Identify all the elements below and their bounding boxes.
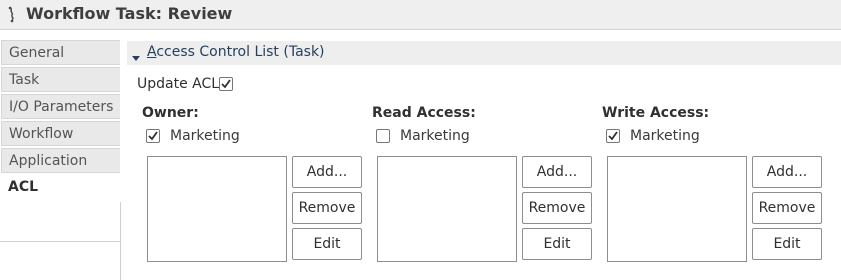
owner-remove-button[interactable]: Remove (292, 192, 362, 224)
tab-workflow[interactable]: Workflow (1, 121, 120, 146)
read-access-heading: Read Access: (372, 105, 476, 121)
write-remove-button[interactable]: Remove (752, 192, 822, 224)
read-remove-button[interactable]: Remove (522, 192, 592, 224)
read-edit-button[interactable]: Edit (522, 228, 592, 260)
write-add-button[interactable]: Add... (752, 156, 822, 188)
checkbox-checked-icon[interactable] (606, 129, 620, 143)
tab-list: General Task I/O Parameters Workflow App… (0, 40, 121, 280)
write-marketing-label: Marketing (630, 128, 700, 144)
owner-column: Owner: Marketing Add... Remove Edit (142, 104, 372, 280)
tab-acl[interactable]: ACL (1, 175, 120, 200)
checkbox-unchecked-icon[interactable] (376, 129, 390, 143)
write-access-heading: Write Access: (602, 105, 710, 121)
write-access-listbox[interactable] (607, 156, 747, 262)
section-title: Access Control List (Task) (147, 44, 325, 60)
owner-listbox[interactable] (147, 156, 287, 262)
tab-general[interactable]: General (1, 40, 120, 65)
chevron-down-icon[interactable] (132, 50, 140, 61)
read-marketing-label: Marketing (400, 128, 470, 144)
acl-section-header[interactable]: Access Control List (Task) (127, 41, 841, 65)
update-acl-label: Update ACL (137, 76, 220, 92)
read-add-button[interactable]: Add... (522, 156, 592, 188)
read-access-column: Read Access: Marketing Add... Remove Edi… (372, 104, 602, 280)
title-bar: Workflow Task: Review (0, 0, 841, 30)
window-title: Workflow Task: Review (26, 4, 233, 23)
panel-divider (120, 202, 121, 280)
owner-heading: Owner: (142, 105, 199, 121)
owner-add-button[interactable]: Add... (292, 156, 362, 188)
write-edit-button[interactable]: Edit (752, 228, 822, 260)
tab-task[interactable]: Task (1, 67, 120, 92)
update-acl-check-icon[interactable] (219, 77, 233, 91)
workflow-task-icon (6, 6, 18, 23)
tab-application[interactable]: Application (1, 148, 120, 173)
tab-divider (0, 241, 121, 242)
checkbox-checked-icon[interactable] (146, 129, 160, 143)
read-access-listbox[interactable] (377, 156, 517, 262)
owner-marketing-label: Marketing (170, 128, 240, 144)
write-access-column: Write Access: Marketing Add... Remove Ed… (602, 104, 832, 280)
tab-io-parameters[interactable]: I/O Parameters (1, 94, 120, 119)
owner-edit-button[interactable]: Edit (292, 228, 362, 260)
